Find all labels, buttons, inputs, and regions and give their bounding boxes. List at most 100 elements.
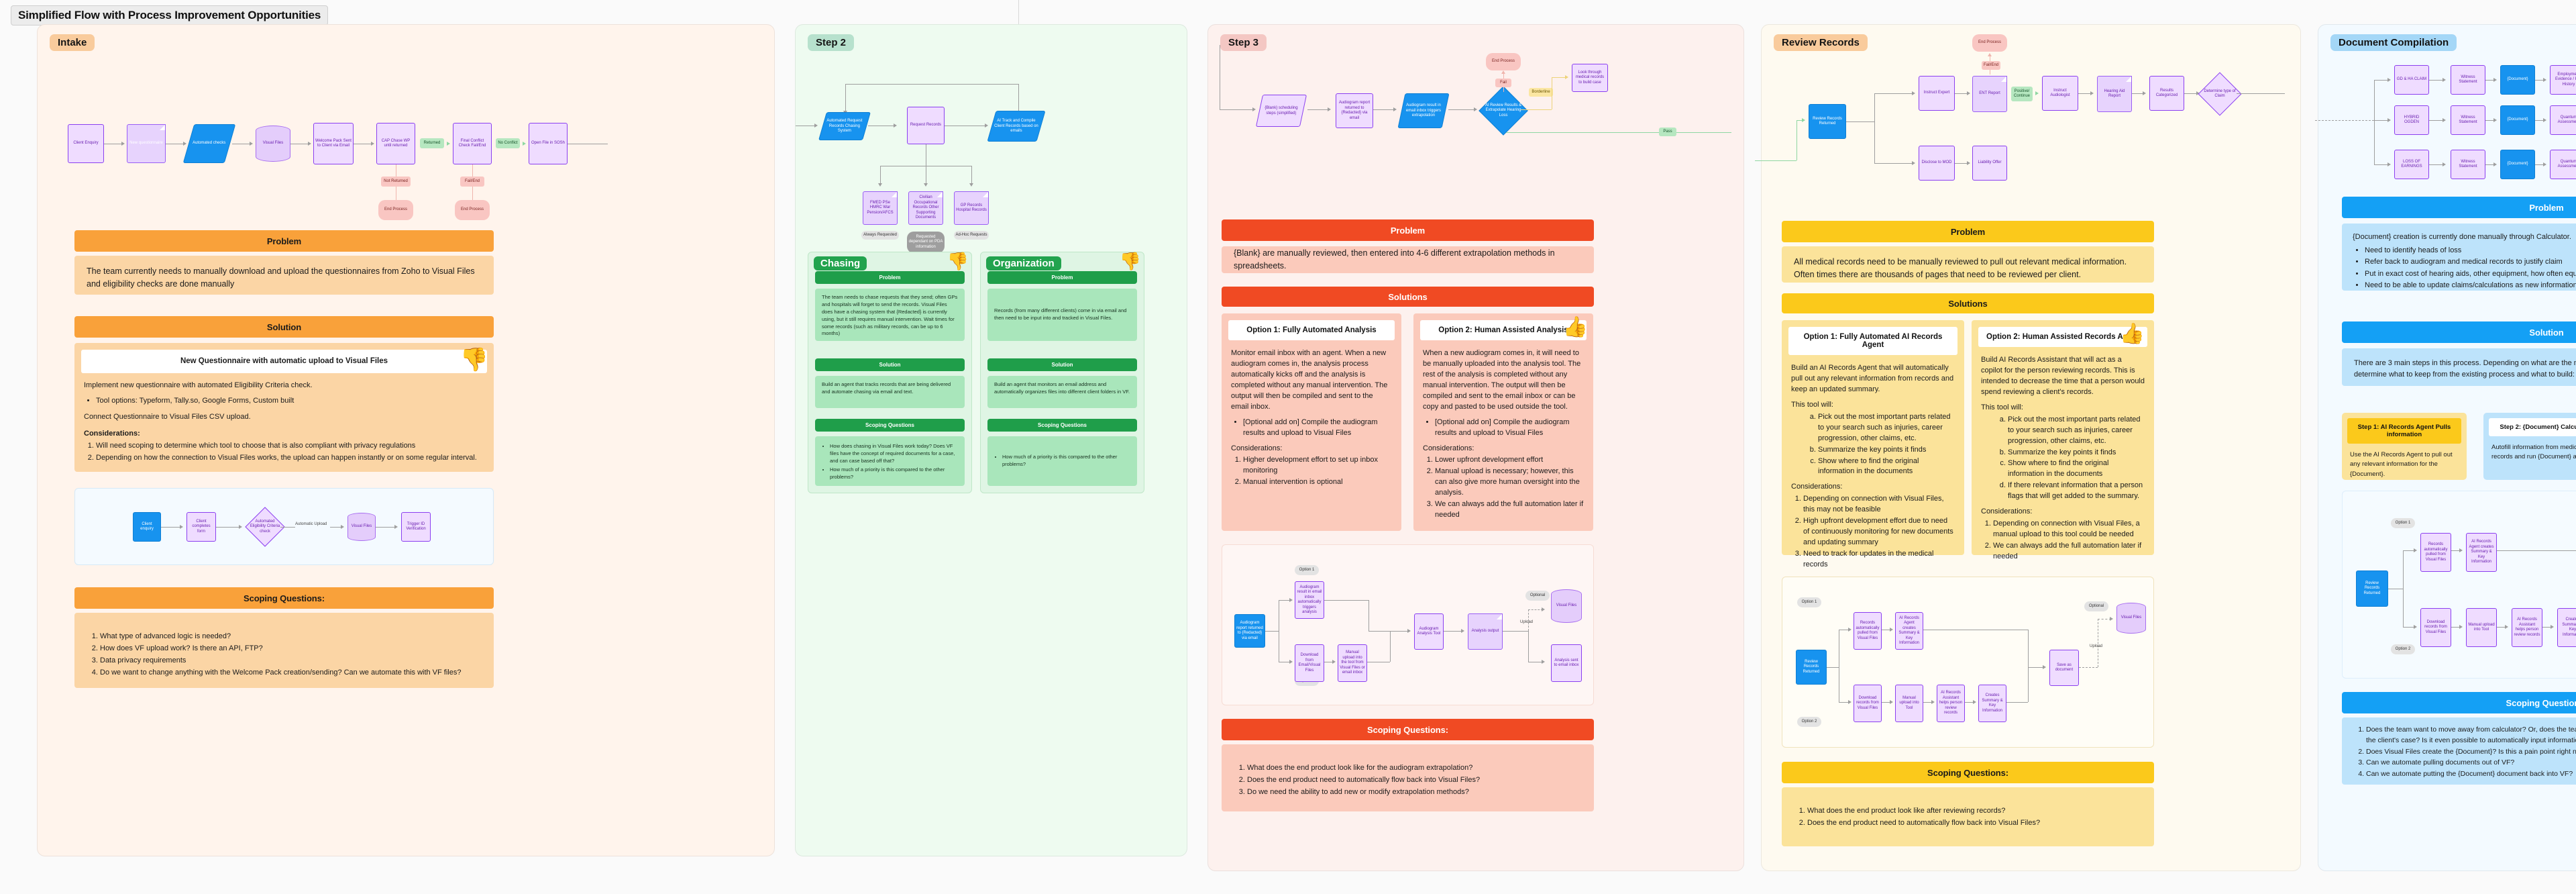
flow-node[interactable]: Records automatically pulled from Visual… — [2420, 533, 2451, 572]
step-card-2[interactable]: Step 2: {Document} Calculator Autofill i… — [2483, 413, 2576, 480]
flow-node[interactable]: Civilian Occupational Records Other Supp… — [908, 191, 943, 225]
flow-node[interactable]: Welcome Pack Sent to Client via Email — [313, 123, 354, 164]
decision-diamond[interactable] — [1479, 86, 1528, 136]
flow-label-chip[interactable]: Fail/End — [1982, 61, 2000, 70]
option-card-1[interactable]: Option 1: Fully Automated Analysis Monit… — [1222, 313, 1401, 531]
flow-node[interactable]: Download records from Visual Files — [1854, 685, 1882, 722]
flow-label-chip[interactable]: Option 1 — [2391, 518, 2415, 528]
flow-node[interactable]: Disclose to MOD — [1919, 146, 1955, 181]
flow-label-chip[interactable]: Pass — [1659, 128, 1676, 136]
flow-label-chip[interactable]: Optional — [1525, 591, 1550, 601]
flow-node[interactable]: Review Records Returned — [1796, 650, 1827, 685]
panel-review-records[interactable]: Review Records Review Records Returned I… — [1755, 24, 2301, 871]
flow-node[interactable]: Visual Files — [2116, 603, 2146, 634]
decision-diamond[interactable] — [2198, 72, 2242, 116]
flow-node[interactable]: {Document} — [2500, 150, 2535, 179]
flow-label-chip[interactable]: Borderline — [1529, 88, 1553, 97]
flow-node[interactable]: Client Enquiry — [68, 124, 104, 163]
flow-label-chip[interactable]: Requested dependant on PDA information — [907, 232, 945, 253]
flow-node[interactable]: Open File in SOSh — [529, 123, 568, 164]
flow-label-chip[interactable]: Not Returned — [381, 177, 411, 187]
flow-node[interactable]: Audiogram result in email inbox automati… — [1295, 581, 1324, 619]
flow-node[interactable]: Quantum Assessment — [2550, 105, 2576, 135]
flow-node[interactable]: {Blank} scheduling steps (simplified) — [1255, 95, 1307, 127]
flow-node[interactable]: Visual Files — [347, 513, 376, 541]
card-chasing[interactable]: Chasing Problem 👎 The team needs to chas… — [808, 252, 972, 493]
flow-node[interactable]: LOSS OF EARNINGS — [2394, 150, 2429, 179]
flow-node[interactable]: AI Records Agent creates Summary & Key I… — [1895, 612, 1923, 650]
flow-label-chip[interactable]: No Conflict — [496, 138, 520, 148]
panel-intake[interactable]: Intake Client Enquiry New questionnaire … — [37, 24, 775, 856]
panel-step3[interactable]: Step 3 {Blank} scheduling steps (simplif… — [1208, 24, 1744, 871]
flow-node[interactable]: Automated Request Records Chasing System — [818, 112, 871, 140]
flow-node[interactable]: ENT Report — [1972, 76, 2007, 112]
flow-node[interactable]: Request Records — [907, 107, 945, 144]
flow-node[interactable]: Instruct Audiologist — [2042, 76, 2078, 111]
option-card-1[interactable]: Option 1: Fully Automated AI Records Age… — [1782, 320, 1964, 568]
flow-node[interactable]: New questionnaire — [127, 124, 166, 163]
flow-node[interactable]: AI Records Assistant helps person review… — [2512, 608, 2542, 647]
flow-node[interactable]: Download records from Visual Files — [2420, 608, 2451, 647]
flow-node[interactable]: Visual Files — [1551, 589, 1582, 623]
flow-node[interactable]: Records automatically pulled from Visual… — [1854, 612, 1882, 650]
flow-node[interactable]: {Document} — [2500, 65, 2535, 95]
flow-node[interactable]: Creates Summary & Key Information — [2557, 608, 2576, 647]
flow-label-chip[interactable]: Fail/End — [460, 177, 484, 187]
panel-document-compilation[interactable]: Document Compilation GD & HA CLAIM Witne… — [2315, 24, 2576, 871]
flow-node[interactable]: CAP Chase WP until returned — [376, 123, 415, 164]
flow-label-chip[interactable]: Option 2 — [1797, 717, 1821, 727]
option-card-2[interactable]: Option 2: Human Assisted Analysis 👍 When… — [1413, 313, 1593, 531]
flow-node[interactable]: {Document} — [2500, 105, 2535, 135]
flow-node[interactable]: Trigger ID Verification — [401, 512, 431, 542]
flow-label-chip[interactable]: Ad-Hoc Requests — [954, 231, 989, 240]
flow-node[interactable]: Look through medical records to build ca… — [1572, 64, 1608, 92]
flow-label-chip[interactable]: Option 1 — [1797, 597, 1821, 607]
decision-diamond[interactable] — [245, 507, 285, 547]
flow-node[interactable]: End Process — [1972, 34, 2007, 52]
flow-node[interactable]: Creates Summary & Key Information — [1978, 685, 2006, 722]
flow-node[interactable]: Analysis output — [1468, 613, 1503, 650]
flow-node[interactable]: Instruct Expert — [1919, 76, 1955, 111]
flow-node[interactable]: FMED PSe HMRC War Pension/AFCS — [863, 191, 898, 225]
flow-node[interactable]: Liability Offer — [1972, 146, 2007, 181]
option-card-2[interactable]: Option 2: Human Assisted Records Agent 👍… — [1972, 320, 2154, 560]
flow-node[interactable]: AI Records Assistant helps person review… — [1937, 685, 1965, 722]
flow-node[interactable]: GP Records Hospital Records — [954, 191, 989, 225]
flow-label-chip[interactable]: Option 1 — [1295, 565, 1319, 575]
flow-node[interactable]: Client completes form — [186, 512, 216, 542]
flow-node[interactable]: GD & HA CLAIM — [2394, 65, 2429, 95]
flow-label-chip[interactable]: Returned — [420, 138, 444, 148]
flow-node[interactable]: End Process — [378, 200, 413, 220]
flow-node[interactable]: Analysis sent to email inbox — [1551, 644, 1582, 682]
flow-node[interactable]: Audiogram Analysis Tool — [1414, 613, 1444, 650]
flow-label-chip[interactable]: Fail — [1495, 79, 1511, 87]
flow-node[interactable]: Client enquiry — [133, 512, 161, 542]
flow-node[interactable]: AI Records Agent creates Summary & Key I… — [2466, 533, 2497, 572]
flow-node[interactable]: Witness Statement — [2451, 150, 2485, 179]
flow-node[interactable]: Visual Files — [256, 126, 290, 162]
flow-node[interactable]: Witness Statement — [2451, 65, 2485, 95]
flow-node[interactable]: Save as document — [2049, 650, 2079, 686]
flow-node[interactable]: Audiogram report returned to {Redacted} … — [1234, 614, 1265, 648]
flow-label-chip[interactable]: Positive/ Continue — [2011, 87, 2033, 101]
flow-node[interactable]: HYBRID OGDEN — [2394, 105, 2429, 135]
flow-node[interactable]: Manual upload into Tool — [2466, 608, 2497, 647]
flow-label-chip[interactable]: Optional — [2084, 601, 2108, 611]
flow-node[interactable]: Download from Email/Visual Files — [1295, 644, 1324, 682]
step-card-1[interactable]: Step 1: AI Records Agent Pulls informati… — [2342, 413, 2467, 480]
flow-node[interactable]: Final Conflict Check Fail/End — [453, 123, 492, 164]
flow-node[interactable]: Quantum Assessment — [2550, 150, 2576, 179]
flow-node[interactable]: Review Records Returned — [1809, 104, 1846, 139]
flow-node[interactable]: Automated checks — [182, 124, 236, 163]
flow-node[interactable]: Review Records Returned — [2356, 570, 2388, 607]
flow-node[interactable]: AI Track and Compile Client Records base… — [987, 111, 1046, 142]
card-organization[interactable]: Organization Problem 👎 Records (from man… — [980, 252, 1144, 493]
flow-node[interactable]: Results Categorized — [2149, 76, 2184, 111]
flow-node[interactable]: Hearing Aid Report — [2097, 76, 2132, 112]
flow-node[interactable]: Witness Statement — [2451, 105, 2485, 135]
flow-node[interactable]: Manual upload into the tool from Visual … — [1338, 644, 1367, 682]
flow-node[interactable]: End Process — [1486, 53, 1521, 70]
flow-node[interactable]: Manual upload into Tool — [1895, 685, 1923, 722]
flow-label-chip[interactable]: Always Requested — [861, 231, 899, 240]
flow-label-chip[interactable]: Option 2 — [2391, 644, 2415, 654]
